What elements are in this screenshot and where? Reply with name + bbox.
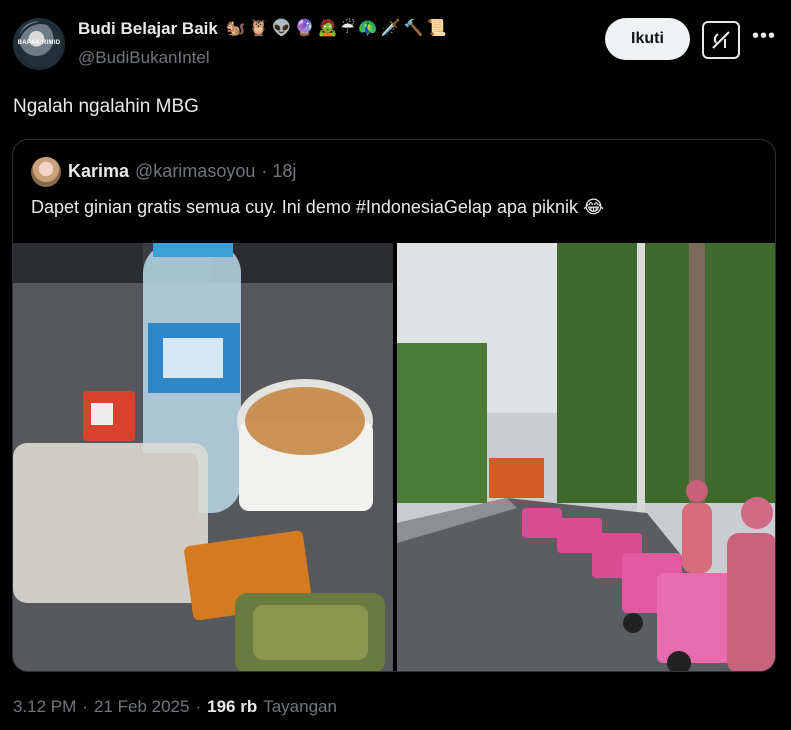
quote-text: Dapet ginian gratis semua cuy. Ini demo … xyxy=(31,197,605,217)
author-emoji-row: 🐿️ 🦉 👽 🔮 🧟 ☔ 🦚 🗡️ 🔨 📜 xyxy=(226,19,447,39)
quote-timestamp[interactable]: · 18j xyxy=(261,161,296,182)
follow-button[interactable]: Ikuti xyxy=(605,18,690,60)
photo-street-carts[interactable] xyxy=(397,243,775,671)
quote-avatar[interactable] xyxy=(31,157,61,187)
emoji: 🐿️ xyxy=(225,20,246,37)
food-table-illustration xyxy=(13,243,393,671)
emoji: 👽 xyxy=(271,20,292,37)
separator: · xyxy=(82,697,88,716)
author-name-row: Budi Belajar Baik 🐿️ 🦉 👽 🔮 🧟 ☔ 🦚 🗡️ 🔨 📜 xyxy=(78,19,446,39)
emoji: 🧟 xyxy=(317,20,338,37)
author-handle[interactable]: @BudiBukanIntel xyxy=(78,48,210,68)
views-label: Tayangan xyxy=(263,697,337,716)
tweet-date[interactable]: 21 Feb 2025 xyxy=(94,697,189,717)
tweet-footer: 3.12 PM · 21 Feb 2025 · 196 rb Tayangan xyxy=(13,697,337,717)
emoji: 📜 xyxy=(426,20,447,37)
emoji: 🗡️ xyxy=(380,20,401,37)
avatar-ring xyxy=(17,22,65,70)
views-count: 196 rb xyxy=(207,697,258,716)
emoji: ☔ xyxy=(340,20,355,37)
emoji: 🔨 xyxy=(403,20,424,37)
photo-food-table[interactable] xyxy=(13,243,393,671)
grok-icon[interactable] xyxy=(702,21,740,59)
tweet-time[interactable]: 3.12 PM xyxy=(13,697,76,717)
quote-author-handle[interactable]: @karimasoyou xyxy=(135,161,255,182)
more-icon[interactable]: ••• xyxy=(752,25,776,48)
author-name[interactable]: Budi Belajar Baik xyxy=(78,19,218,39)
emoji: 🦉 xyxy=(248,20,269,37)
street-carts-illustration xyxy=(397,243,775,671)
author-avatar[interactable]: BAPAK RIMID xyxy=(13,18,65,70)
quote-header: Karima @karimasoyou · 18j xyxy=(68,161,296,182)
quoted-tweet[interactable]: Karima @karimasoyou · 18j Dapet ginian g… xyxy=(12,139,776,672)
quote-author-name[interactable]: Karima xyxy=(68,161,129,182)
emoji: 🦚 xyxy=(357,20,378,37)
tweet-text: Ngalah ngalahin MBG xyxy=(13,96,199,117)
avatar-text: BAPAK RIMID xyxy=(17,40,61,46)
emoji: 🔮 xyxy=(294,20,315,37)
grok-glyph xyxy=(712,31,730,49)
separator: · xyxy=(195,697,202,716)
